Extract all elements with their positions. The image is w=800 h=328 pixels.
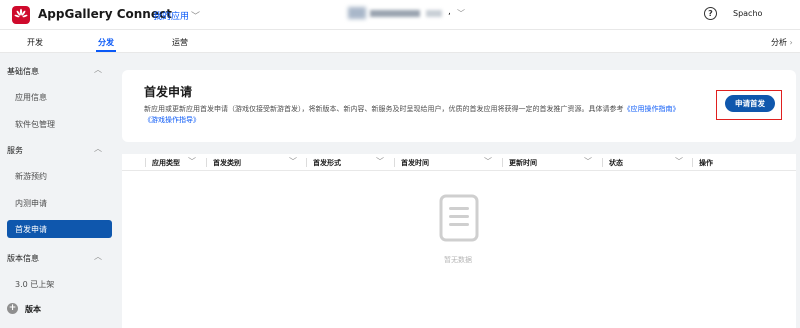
sidebar-item-new-game-reservation[interactable]: 新游预约 <box>15 171 47 182</box>
column-separator <box>306 158 307 167</box>
column-header-update-time[interactable]: 更新时间 <box>509 158 537 168</box>
blurred-project-name <box>370 10 420 17</box>
sub-tab-bar: 开发 分发 运营 分析 › <box>0 30 800 53</box>
plus-circle-icon: + <box>7 303 18 314</box>
tab-distribute[interactable]: 分发 <box>98 37 114 48</box>
project-selector-blurred[interactable] <box>348 7 446 19</box>
chevron-down-icon[interactable]: ﹀ <box>376 156 384 167</box>
sidebar-section-basic-info[interactable]: 基础信息 <box>7 66 39 77</box>
blurred-project-icon <box>348 7 366 19</box>
chevron-down-icon[interactable]: ﹀ <box>584 156 592 167</box>
chevron-up-icon[interactable]: ︿ <box>94 64 102 75</box>
analysis-label: 分析 <box>771 38 787 47</box>
chevron-down-icon: ﹀ <box>191 12 201 22</box>
my-apps-dropdown[interactable]: 我的应用 ﹀ <box>153 9 200 22</box>
username[interactable]: Spacho <box>733 9 762 18</box>
chevron-up-icon[interactable]: ︿ <box>94 251 102 262</box>
tab-operate[interactable]: 运营 <box>172 37 188 48</box>
table-header: 应用类型 ﹀ 首发类别 ﹀ 首发形式 ﹀ 首发时间 ﹀ 更新时间 ﹀ 状态 ﹀ … <box>122 154 796 171</box>
chevron-down-icon[interactable]: ﹀ <box>675 156 683 167</box>
highlight-annotation-box <box>716 90 782 120</box>
page-title: 首发申请 <box>144 85 193 99</box>
empty-state-text: 暂无数据 <box>444 256 472 264</box>
project-suffix: , <box>448 7 451 17</box>
column-separator <box>394 158 395 167</box>
card-description: 新应用或更新应用首发申请（游戏仅接受新游首发），将新版本、新内容、新服务及时呈现… <box>144 104 680 115</box>
launch-application-card: 首发申请 新应用或更新应用首发申请（游戏仅接受新游首发），将新版本、新内容、新服… <box>122 70 796 142</box>
my-apps-label: 我的应用 <box>153 12 190 22</box>
analysis-link[interactable]: 分析 › <box>771 37 793 48</box>
chevron-right-icon: › <box>789 38 793 47</box>
description-text: 新应用或更新应用首发申请（游戏仅接受新游首发），将新版本、新内容、新服务及时呈现… <box>144 105 624 113</box>
sidebar-item-version-3-0[interactable]: 3.0 已上架 <box>15 279 54 290</box>
sidebar-item-beta-test-application[interactable]: 内测申请 <box>15 198 47 209</box>
empty-document-icon <box>439 194 479 242</box>
app-guide-link[interactable]: 《应用操作指南》 <box>624 105 680 113</box>
chevron-down-icon[interactable]: ﹀ <box>289 156 297 167</box>
sidebar-item-app-info[interactable]: 应用信息 <box>15 92 47 103</box>
chevron-up-icon[interactable]: ︿ <box>94 143 102 154</box>
sidebar-item-package-management[interactable]: 软件包管理 <box>15 119 55 130</box>
active-tab-indicator <box>96 50 116 52</box>
game-guide-link[interactable]: 《游戏操作指导》 <box>144 115 200 125</box>
tab-develop[interactable]: 开发 <box>27 37 43 48</box>
chevron-down-icon[interactable]: ﹀ <box>188 156 196 167</box>
sidebar-item-label: 首发申请 <box>15 225 47 234</box>
column-separator <box>206 158 207 167</box>
sidebar-item-launch-application[interactable]: 首发申请 <box>7 220 112 238</box>
launch-table: 应用类型 ﹀ 首发类别 ﹀ 首发形式 ﹀ 首发时间 ﹀ 更新时间 ﹀ 状态 ﹀ … <box>122 154 796 328</box>
column-header-launch-time[interactable]: 首发时间 <box>401 158 429 168</box>
huawei-logo-icon[interactable] <box>12 6 30 24</box>
sidebar-section-services[interactable]: 服务 <box>7 145 23 156</box>
app-title[interactable]: AppGallery Connect <box>38 7 172 21</box>
column-header-app-type[interactable]: 应用类型 <box>152 158 180 168</box>
sidebar-section-version-info[interactable]: 版本信息 <box>7 253 39 264</box>
help-icon[interactable]: ? <box>704 7 717 20</box>
chevron-down-icon[interactable]: ﹀ <box>484 156 492 167</box>
sidebar: 基础信息 ︿ 应用信息 软件包管理 服务 ︿ 新游预约 内测申请 版本信息 ︿ … <box>0 54 120 328</box>
column-header-actions: 操作 <box>699 159 713 167</box>
column-header-status[interactable]: 状态 <box>609 158 623 168</box>
column-separator <box>602 158 603 167</box>
column-separator <box>502 158 503 167</box>
top-header: AppGallery Connect 我的应用 ﹀ , ﹀ ? Spacho <box>0 0 800 30</box>
column-header-launch-form[interactable]: 首发形式 <box>313 158 341 168</box>
blurred-project-extra <box>426 10 442 17</box>
version-label: 版本 <box>25 305 41 314</box>
chevron-down-icon[interactable]: ﹀ <box>457 8 465 19</box>
column-header-launch-category[interactable]: 首发类别 <box>213 158 241 168</box>
column-separator <box>692 158 693 167</box>
column-separator <box>145 158 146 167</box>
